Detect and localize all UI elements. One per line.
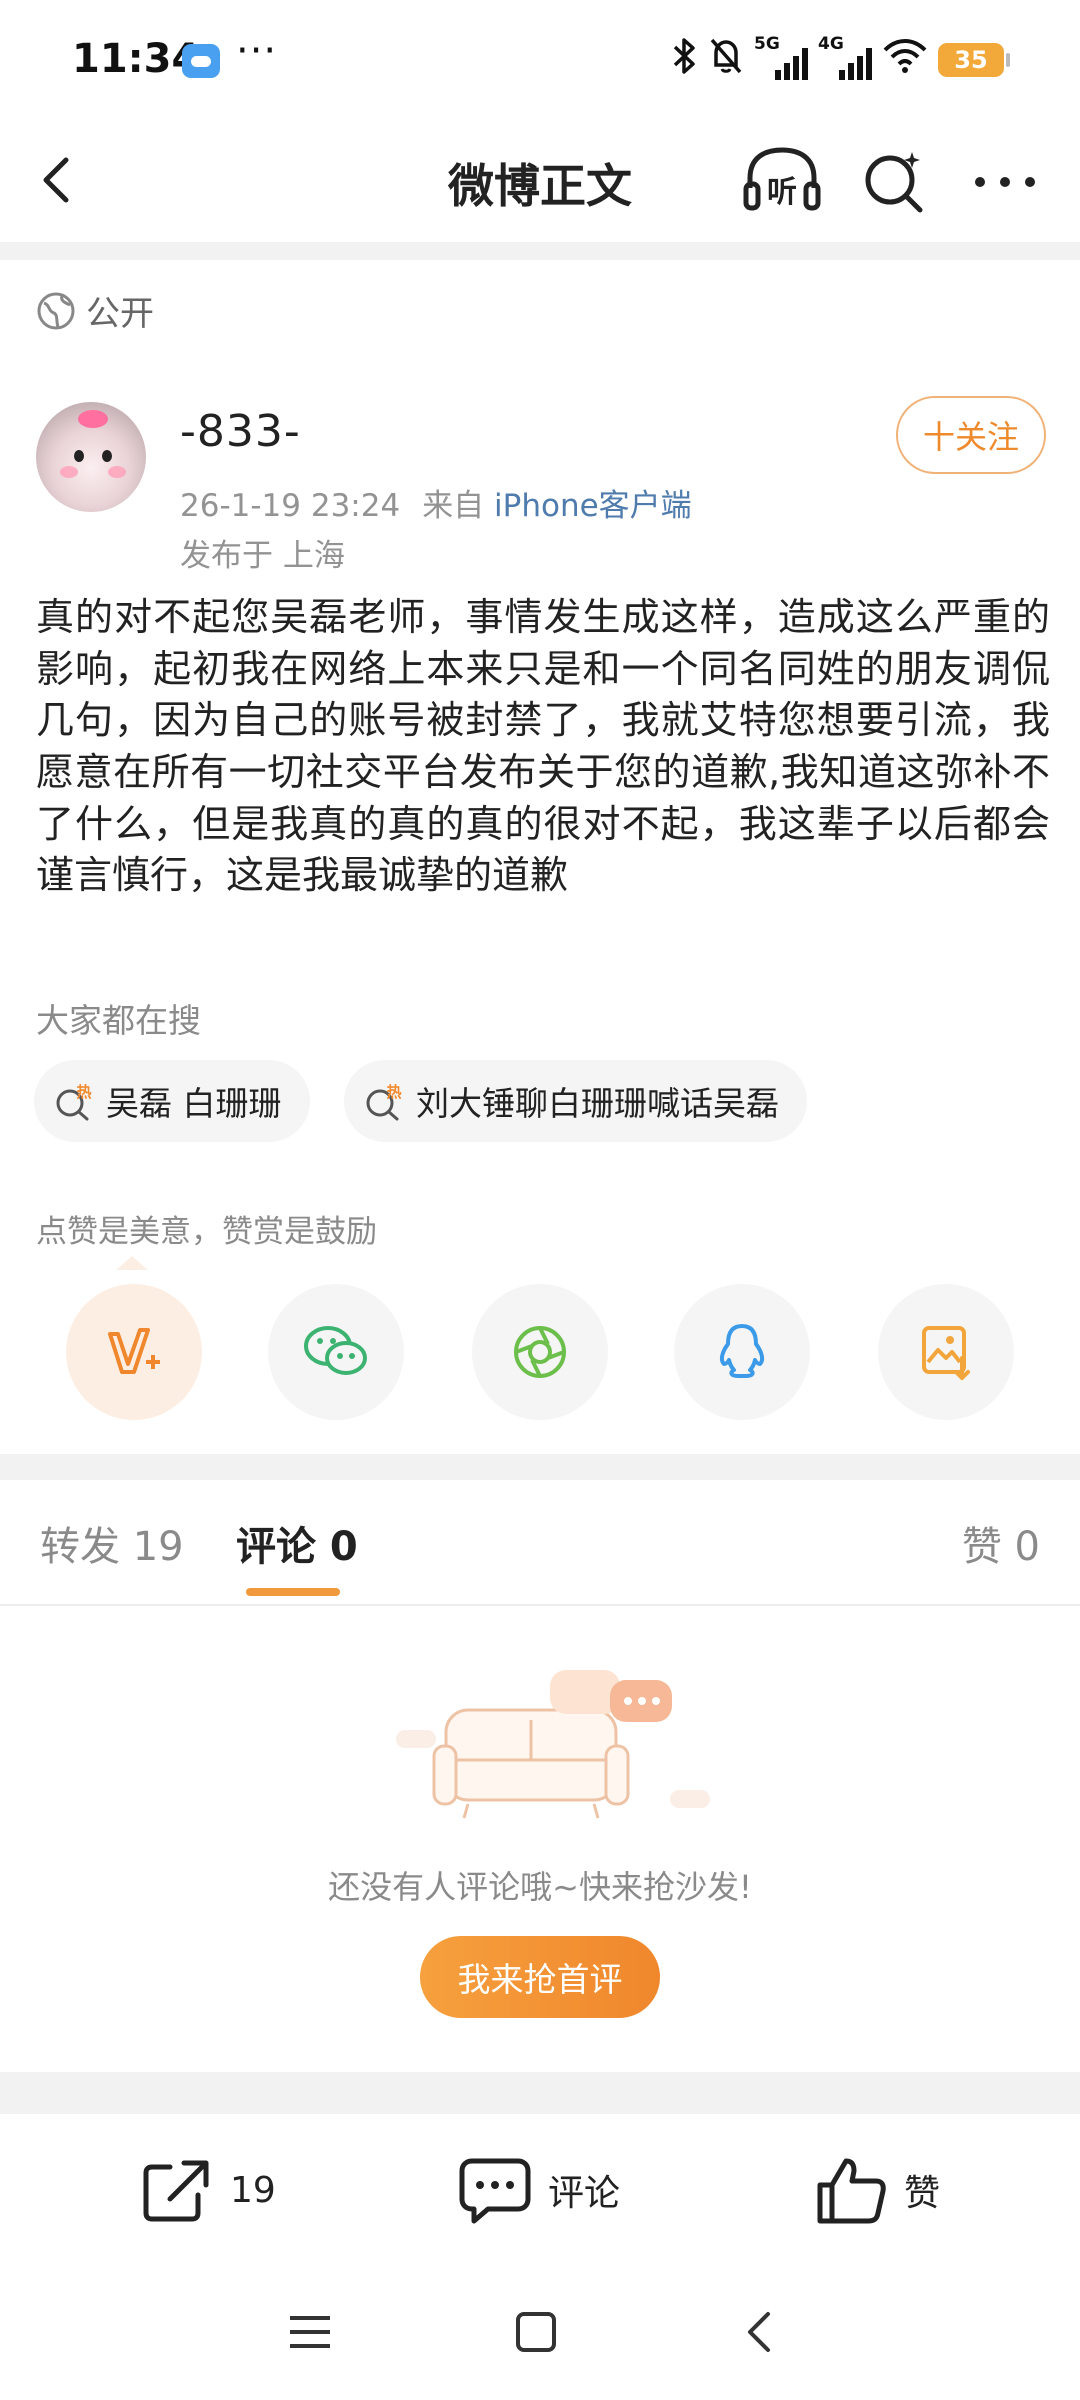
post-source[interactable]: iPhone客户端	[494, 488, 692, 524]
globe-icon	[37, 292, 75, 329]
qq-icon	[719, 1324, 765, 1378]
trending-title: 大家都在搜	[36, 1001, 201, 1040]
reward-tip: 点赞是美意，赞赏是鼓励	[36, 1214, 377, 1250]
share-moments-button[interactable]	[472, 1284, 608, 1420]
trend-chip-1[interactable]: 热 吴磊 白珊珊	[34, 1060, 310, 1142]
tab-comment[interactable]: 评论 0	[236, 1514, 358, 1572]
status-indicators: 5G 4G 35	[672, 34, 1010, 85]
empty-comments-text: 还没有人评论哦~快来抢沙发!	[328, 1868, 752, 1906]
share-wechat-button[interactable]	[268, 1284, 404, 1420]
status-time: 11:34	[72, 36, 200, 82]
save-image-button[interactable]	[878, 1284, 1014, 1420]
trend-chip-label: 刘大锤聊白珊珊喊话吴磊	[416, 1084, 779, 1123]
headphone-icon: 听	[743, 147, 821, 211]
save-image-icon	[922, 1326, 970, 1380]
hot-badge: 热	[76, 1083, 91, 1101]
top-nav: 微博正文 听	[0, 120, 1080, 242]
signal-4g-icon: 4G	[818, 34, 872, 82]
avatar[interactable]	[36, 402, 146, 512]
more-button[interactable]	[970, 146, 1040, 216]
listen-button[interactable]: 听	[742, 144, 822, 216]
post-meta: 26-1-19 23:24 来自 iPhone客户端	[180, 480, 692, 525]
reward-button[interactable]	[66, 1284, 202, 1420]
source-prefix: 来自	[422, 488, 485, 524]
status-bar: 11:34 ··· 5G 4G 35	[0, 0, 1080, 120]
like-action-label: 赞	[904, 2173, 941, 2214]
search-icon	[865, 152, 923, 213]
comment-action[interactable]: 评论	[458, 2150, 620, 2230]
status-dots: ···	[236, 28, 278, 74]
system-back-icon[interactable]	[740, 2308, 780, 2356]
search-button[interactable]	[860, 146, 930, 216]
wechat-icon	[304, 1326, 367, 1375]
more-icon	[975, 177, 1035, 187]
mute-bell-icon	[708, 36, 744, 85]
visibility-indicator: 公开	[36, 286, 154, 335]
hot-search-icon: 热	[364, 1081, 404, 1121]
post-content: 真的对不起您吴磊老师，事情发生成这样，造成这么严重的影响，起初我在网络上本来只是…	[36, 595, 1050, 898]
section-divider	[0, 1454, 1080, 1480]
hot-search-icon: 热	[54, 1081, 94, 1121]
repost-count: 19	[230, 2169, 276, 2211]
hot-badge: 热	[386, 1083, 401, 1101]
tip-arrow	[116, 1256, 148, 1270]
comment-action-label: 评论	[548, 2173, 621, 2214]
like-action[interactable]: 赞	[814, 2150, 940, 2230]
post-location: 发布于 上海	[180, 538, 345, 574]
share-arrow-icon	[143, 2160, 209, 2222]
follow-button[interactable]: 十关注	[896, 396, 1046, 474]
share-qq-button[interactable]	[674, 1284, 810, 1420]
tab-like[interactable]: 赞 0	[962, 1514, 1040, 1572]
empty-sofa-illustration	[380, 1650, 720, 1850]
post-datetime: 26-1-19 23:24	[180, 488, 401, 524]
active-tab-indicator	[246, 1588, 340, 1596]
v-plus-icon	[108, 1328, 160, 1374]
thumbs-up-icon	[817, 2158, 886, 2224]
section-divider	[0, 2072, 1080, 2114]
moments-icon	[514, 1326, 566, 1378]
signal-5g-icon: 5G	[754, 34, 808, 82]
battery-icon: 35	[938, 43, 1010, 77]
menu-icon[interactable]	[288, 2312, 332, 2352]
repost-action[interactable]: 19	[140, 2150, 276, 2230]
section-divider	[0, 242, 1080, 260]
home-icon[interactable]	[514, 2310, 558, 2354]
first-comment-button[interactable]: 我来抢首评	[420, 1936, 660, 2018]
bottom-action-bar: 19 评论 赞	[0, 2114, 1080, 2264]
trend-chip-2[interactable]: 热 刘大锤聊白珊珊喊话吴磊	[344, 1060, 807, 1142]
comment-bubble-icon	[459, 2158, 531, 2224]
trend-chip-label: 吴磊 白珊珊	[106, 1084, 282, 1123]
tab-repost[interactable]: 转发 19	[40, 1514, 184, 1572]
cloud-icon	[182, 44, 220, 78]
author-name[interactable]: -833-	[180, 406, 301, 457]
visibility-label: 公开	[86, 294, 154, 334]
system-navigation	[0, 2264, 1080, 2400]
bluetooth-icon	[672, 36, 698, 85]
tab-divider	[0, 1604, 1080, 1606]
wifi-icon	[882, 36, 928, 85]
listen-label: 听	[767, 175, 797, 210]
